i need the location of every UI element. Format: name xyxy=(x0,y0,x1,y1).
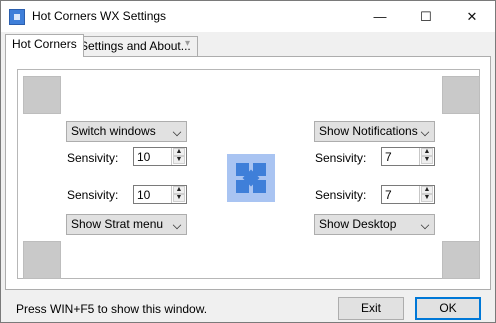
app-icon xyxy=(9,9,25,25)
ok-button[interactable]: OK xyxy=(415,297,481,320)
bottom-left-sensitivity-spinner[interactable]: 10 ▲ ▼ xyxy=(133,185,187,204)
tab-settings-about[interactable]: Settings and About... xyxy=(73,36,198,56)
spinner-value: 7 xyxy=(385,150,392,164)
close-button[interactable]: ✕ xyxy=(449,1,495,32)
spinner-value: 10 xyxy=(137,150,151,164)
spin-down-icon[interactable]: ▼ xyxy=(421,194,433,202)
tab-hot-corners[interactable]: Hot Corners xyxy=(5,34,84,57)
spin-down-icon[interactable]: ▼ xyxy=(173,156,185,164)
exit-button[interactable]: Exit xyxy=(338,297,404,320)
tab-scroll-icon[interactable]: ▾ xyxy=(185,38,190,49)
select-value: Show Desktop xyxy=(319,217,397,231)
chevron-down-icon xyxy=(420,127,430,137)
top-left-sensitivity-spinner[interactable]: 10 ▲ ▼ xyxy=(133,147,187,166)
chevron-down-icon xyxy=(172,127,182,137)
spin-up-icon[interactable]: ▲ xyxy=(421,148,433,156)
hot-corners-logo-icon xyxy=(227,154,275,202)
corner-preview-bottom-right[interactable] xyxy=(442,241,480,279)
spin-up-icon[interactable]: ▲ xyxy=(173,186,185,194)
settings-window: Hot Corners WX Settings — ☐ ✕ Hot Corner… xyxy=(0,0,496,323)
maximize-button[interactable]: ☐ xyxy=(403,1,449,32)
top-left-action-select[interactable]: Switch windows xyxy=(66,121,187,142)
minimize-button[interactable]: — xyxy=(357,1,403,32)
chevron-down-icon xyxy=(420,220,430,230)
spinner-buttons: ▲ ▼ xyxy=(419,186,434,203)
top-right-action-select[interactable]: Show Notifications xyxy=(314,121,435,142)
spin-up-icon[interactable]: ▲ xyxy=(173,148,185,156)
status-hint: Press WIN+F5 to show this window. xyxy=(16,302,208,316)
spinner-value: 10 xyxy=(137,188,151,202)
spinner-value: 7 xyxy=(385,188,392,202)
select-value: Switch windows xyxy=(71,124,156,138)
corner-preview-top-left[interactable] xyxy=(23,76,61,114)
bottom-left-action-select[interactable]: Show Strat menu xyxy=(66,214,187,235)
title-bar[interactable]: Hot Corners WX Settings — ☐ ✕ xyxy=(1,1,495,32)
sensitivity-label: Sensivity: xyxy=(315,151,367,165)
spinner-buttons: ▲ ▼ xyxy=(171,148,186,165)
top-right-sensitivity-spinner[interactable]: 7 ▲ ▼ xyxy=(381,147,435,166)
spin-down-icon[interactable]: ▼ xyxy=(173,194,185,202)
spin-up-icon[interactable]: ▲ xyxy=(421,186,433,194)
sensitivity-label: Sensivity: xyxy=(67,188,119,202)
select-value: Show Strat menu xyxy=(71,217,164,231)
bottom-right-sensitivity-spinner[interactable]: 7 ▲ ▼ xyxy=(381,185,435,204)
corner-preview-top-right[interactable] xyxy=(442,76,480,114)
select-value: Show Notifications xyxy=(319,124,418,138)
chevron-down-icon xyxy=(172,220,182,230)
spinner-buttons: ▲ ▼ xyxy=(171,186,186,203)
window-title: Hot Corners WX Settings xyxy=(32,9,167,23)
corner-preview-bottom-left[interactable] xyxy=(23,241,61,279)
bottom-right-action-select[interactable]: Show Desktop xyxy=(314,214,435,235)
sensitivity-label: Sensivity: xyxy=(315,188,367,202)
spinner-buttons: ▲ ▼ xyxy=(419,148,434,165)
spin-down-icon[interactable]: ▼ xyxy=(421,156,433,164)
sensitivity-label: Sensivity: xyxy=(67,151,119,165)
